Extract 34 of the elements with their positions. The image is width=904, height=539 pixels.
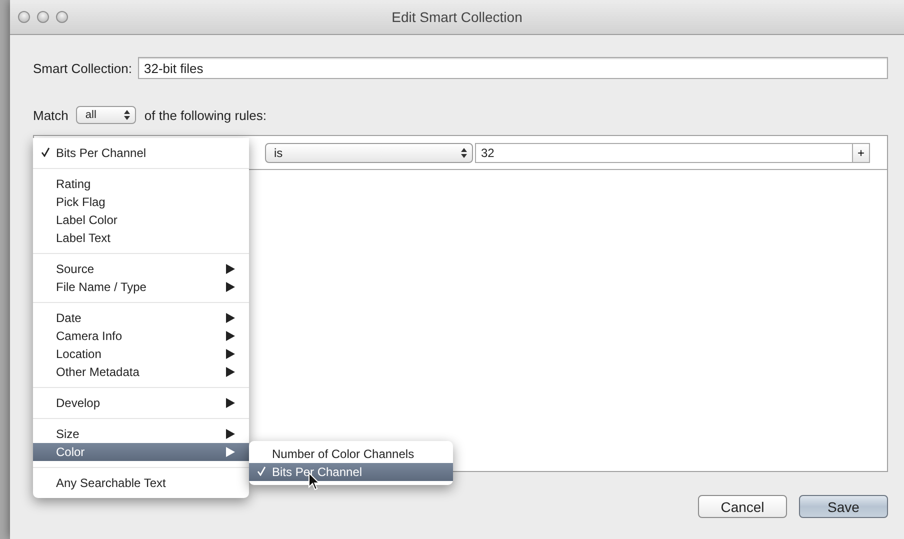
dialog-button[interactable]: Save [799,495,888,518]
menu-item[interactable]: Other Metadata [33,363,249,381]
rule-value-field[interactable]: 32 + [475,142,870,162]
menu-item[interactable]: Any Searchable Text [33,474,249,492]
menu-item[interactable]: Label Text [33,229,249,247]
menu-item[interactable]: Pick Flag [33,193,249,211]
stepper-arrows-icon [124,110,130,120]
menu-item[interactable]: Bits Per Channel [33,144,249,162]
submenu-arrow-icon [226,398,235,408]
window-control-button[interactable] [37,11,49,23]
menu-item[interactable]: Develop [33,394,249,412]
window-control-button[interactable] [56,11,68,23]
menu-item[interactable]: File Name / Type [33,278,249,296]
match-label: Match [33,108,68,122]
menu-item[interactable]: Color [33,443,249,461]
dialog-button[interactable]: Cancel [698,495,787,518]
menu-item[interactable]: Date [33,309,249,327]
operator-popup[interactable]: is [265,142,473,162]
window-title: Edit Smart Collection [392,9,522,25]
menu-item[interactable]: Camera Info [33,327,249,345]
match-popup[interactable]: all [76,106,136,124]
window-control-button[interactable] [18,11,30,23]
menu-item[interactable]: Bits Per Channel [249,463,453,481]
menu-item[interactable]: Number of Color Channels [249,445,453,463]
add-rule-button[interactable]: + [852,144,869,162]
stepper-arrows-icon [461,148,467,158]
rules-label: of the following rules: [144,108,267,122]
menu-item[interactable]: Size [33,425,249,443]
menu-item[interactable]: Source [33,260,249,278]
collection-name-field[interactable]: 32-bit files [138,57,888,79]
menu-item[interactable]: Label Color [33,211,249,229]
menu-item[interactable]: Rating [33,175,249,193]
menu-item[interactable]: Location [33,345,249,363]
field-label: Smart Collection: [33,60,132,76]
